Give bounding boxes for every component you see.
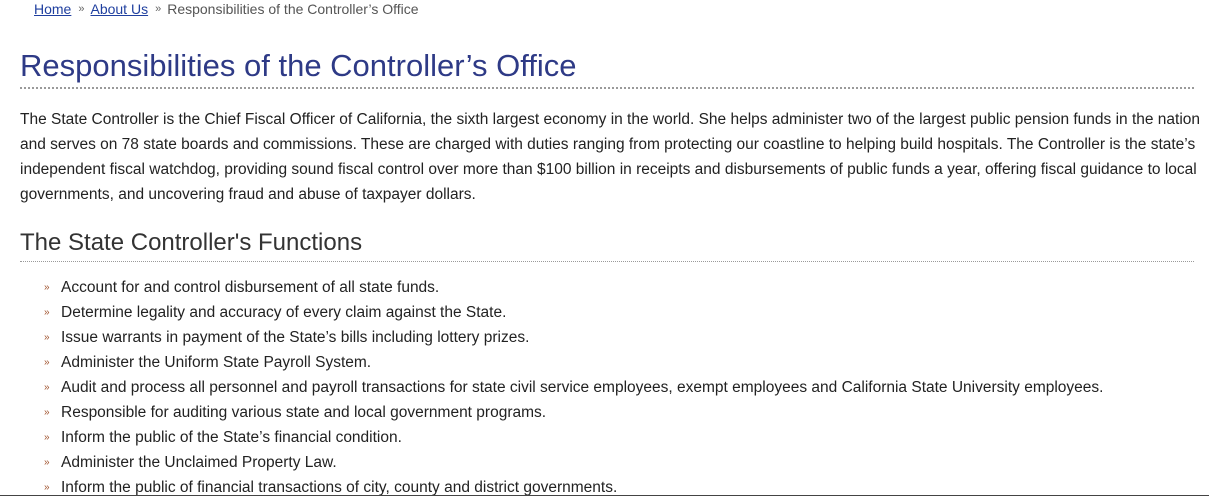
breadcrumb-current: Responsibilities of the Controller’s Off… [167,1,419,17]
intro-paragraph: The State Controller is the Chief Fiscal… [20,111,1201,203]
list-item-text: Inform the public of financial transacti… [61,479,618,496]
list-item-text: Audit and process all personnel and payr… [61,379,1104,396]
list-item: » Administer the Unclaimed Property Law. [44,450,1103,475]
double-chevron-right-icon: » [44,407,50,418]
title-divider [20,87,1194,89]
list-item-text: Administer the Unclaimed Property Law. [61,454,337,471]
list-item: » Administer the Uniform State Payroll S… [44,350,1103,375]
page-title: Responsibilities of the Controller’s Off… [20,48,577,83]
section-divider [20,261,1194,262]
breadcrumb-about-us-link[interactable]: About Us [90,1,148,17]
breadcrumb: Home » About Us » Responsibilities of th… [34,1,419,17]
viewport-bottom-edge [0,495,1209,496]
double-chevron-right-icon: » [44,307,50,318]
double-chevron-right-icon: » [44,482,50,493]
list-item: » Inform the public of the State’s finan… [44,425,1103,450]
breadcrumb-home-link[interactable]: Home [34,1,71,17]
double-chevron-right-icon: » [44,357,50,368]
double-chevron-right-icon: » [44,432,50,443]
list-item: » Issue warrants in payment of the State… [44,325,1103,350]
list-item-text: Inform the public of the State’s financi… [61,429,402,446]
double-chevron-right-icon: » [155,3,161,15]
list-item: » Inform the public of financial transac… [44,475,1103,500]
list-item: » Responsible for auditing various state… [44,400,1103,425]
list-item: » Audit and process all personnel and pa… [44,375,1103,400]
double-chevron-right-icon: » [78,3,84,15]
list-item-text: Administer the Uniform State Payroll Sys… [61,354,372,371]
double-chevron-right-icon: » [44,382,50,393]
list-item-text: Issue warrants in payment of the State’s… [61,329,530,346]
list-item: » Determine legality and accuracy of eve… [44,300,1103,325]
double-chevron-right-icon: » [44,282,50,293]
list-item-text: Determine legality and accuracy of every… [61,304,507,321]
double-chevron-right-icon: » [44,332,50,343]
functions-list: » Account for and control disbursement o… [44,275,1103,500]
double-chevron-right-icon: » [44,457,50,468]
list-item-text: Responsible for auditing various state a… [61,404,547,421]
list-item: » Account for and control disbursement o… [44,275,1103,300]
list-item-text: Account for and control disbursement of … [61,279,440,296]
section-title: The State Controller's Functions [20,229,363,256]
